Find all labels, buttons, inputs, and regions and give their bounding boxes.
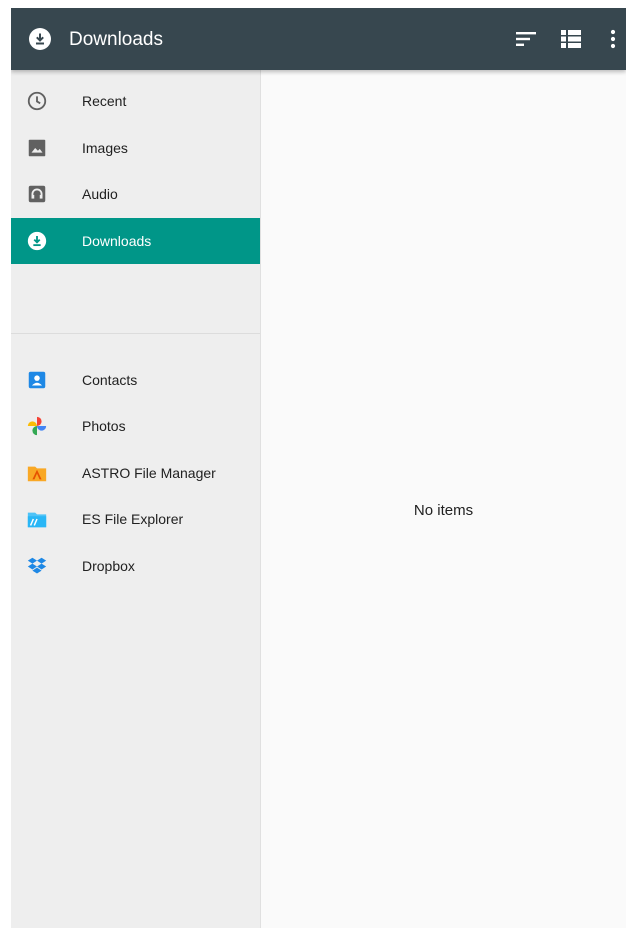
app-bar: Downloads: [11, 8, 626, 70]
dropbox-icon: [27, 557, 47, 574]
list-view-icon[interactable]: [559, 27, 583, 51]
pinwheel-icon: [27, 416, 47, 436]
sidebar-item-label: Recent: [82, 93, 127, 109]
roots-drawer: Recent Images Audio Downloads Contacts P…: [11, 70, 261, 928]
sidebar-item-images[interactable]: Images: [11, 125, 260, 171]
sidebar-item-downloads[interactable]: Downloads: [11, 218, 260, 264]
download-icon: [27, 231, 47, 251]
sidebar-item-label: Images: [82, 140, 128, 156]
page-title: Downloads: [69, 29, 163, 50]
sidebar-item-astro[interactable]: ASTRO File Manager: [11, 450, 260, 496]
sidebar-item-label: Contacts: [82, 372, 138, 388]
sidebar-item-label: Photos: [82, 418, 126, 434]
sidebar-item-label: Dropbox: [82, 558, 135, 574]
astro-folder-icon: [27, 466, 47, 482]
sidebar-item-contacts[interactable]: Contacts: [11, 357, 260, 403]
file-list-pane: No items: [261, 70, 626, 928]
sidebar-item-label: ES File Explorer: [82, 511, 184, 527]
sort-icon[interactable]: [514, 27, 538, 51]
more-vert-icon[interactable]: [601, 27, 625, 51]
es-folder-icon: [27, 512, 47, 528]
sidebar-divider: [11, 333, 260, 334]
sidebar-item-label: ASTRO File Manager: [82, 465, 216, 481]
sidebar-item-audio[interactable]: Audio: [11, 171, 260, 217]
sidebar-item-photos[interactable]: Photos: [11, 403, 260, 449]
sidebar-item-label: Downloads: [82, 233, 152, 249]
sidebar-item-recent[interactable]: Recent: [11, 78, 260, 124]
contacts-icon: [28, 371, 46, 389]
sidebar-item-label: Audio: [82, 186, 118, 202]
sidebar-item-es-explorer[interactable]: ES File Explorer: [11, 496, 260, 542]
image-icon: [28, 139, 46, 157]
documents-app-window: Downloads Recent Images Audio Downloads …: [11, 8, 626, 928]
sidebar-item-dropbox[interactable]: Dropbox: [11, 543, 260, 589]
empty-state-message: No items: [413, 502, 474, 519]
clock-icon: [27, 91, 47, 111]
download-circle-icon: [29, 28, 51, 50]
headphones-icon: [28, 185, 46, 203]
